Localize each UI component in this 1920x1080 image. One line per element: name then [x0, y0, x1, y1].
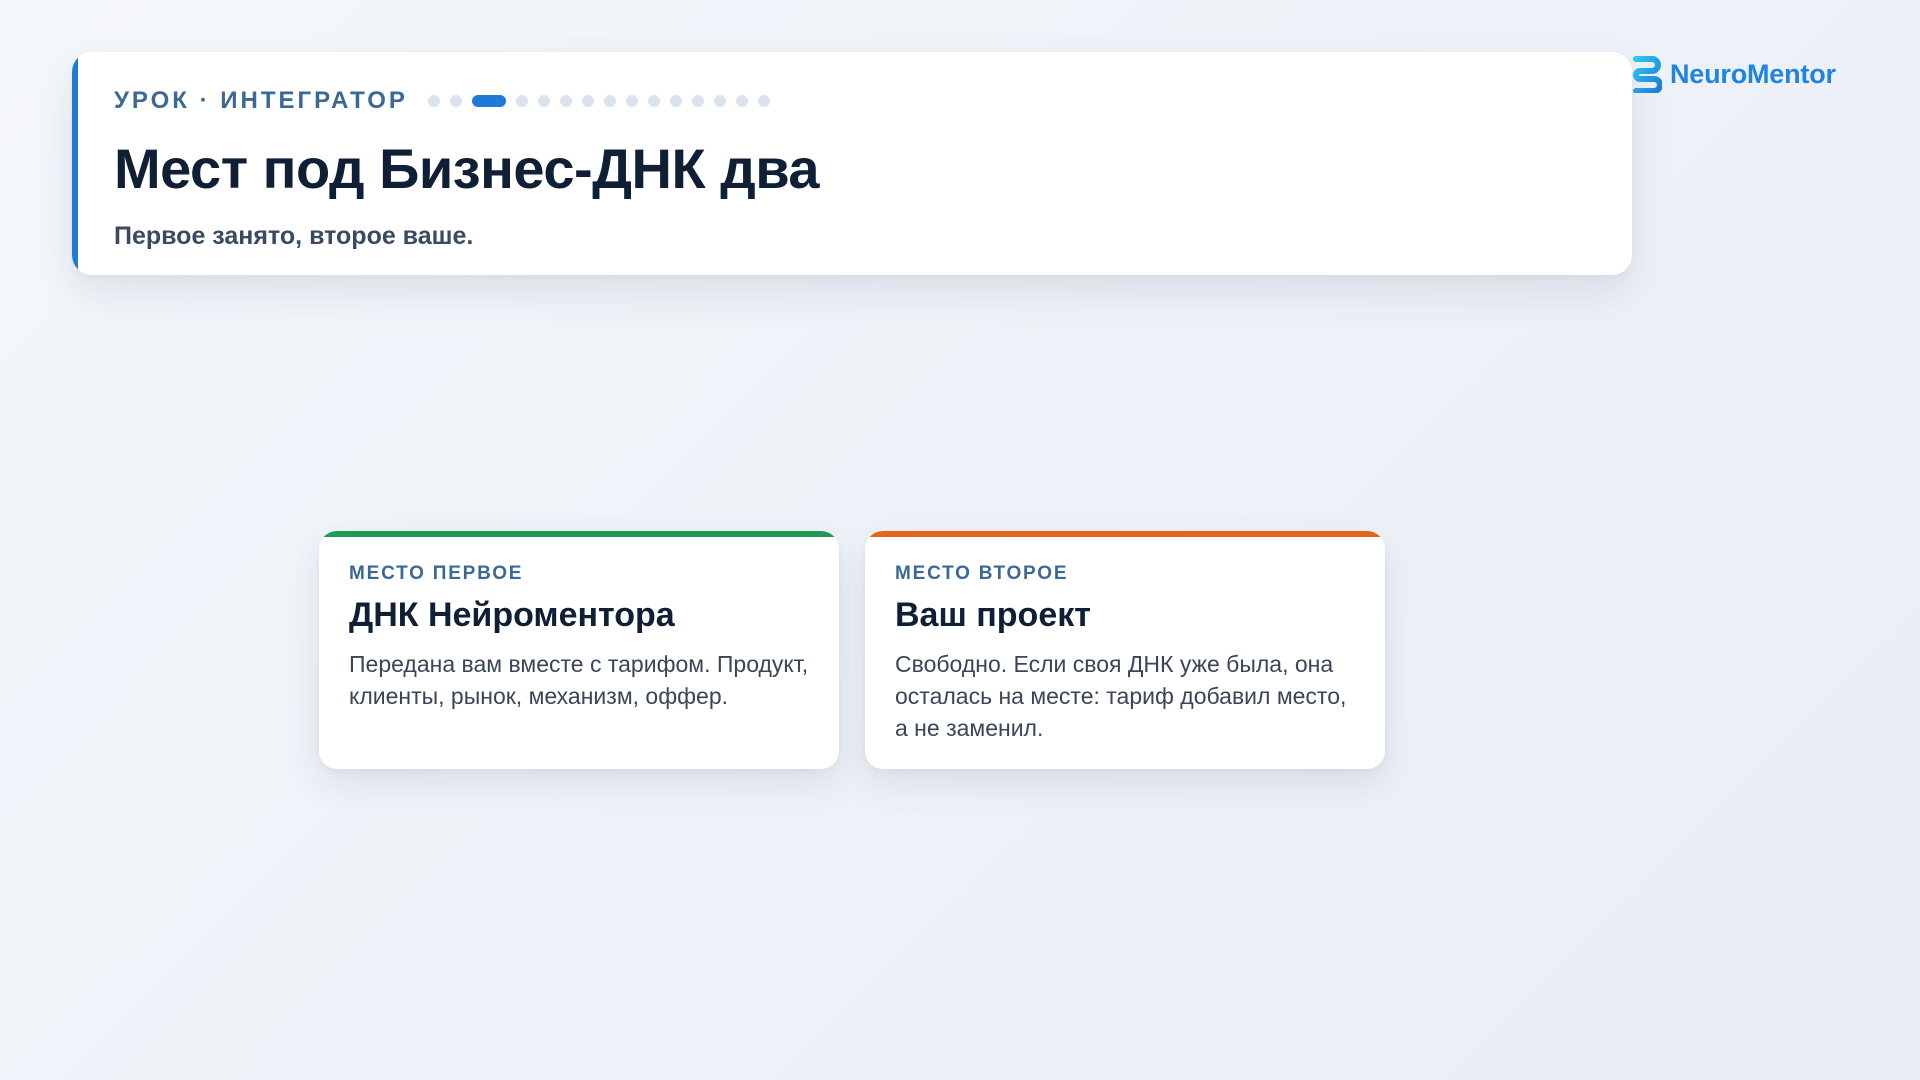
- progress-dot: [669, 95, 682, 107]
- progress-dots: [427, 95, 780, 107]
- neuromentor-logo-icon: [1633, 56, 1662, 93]
- header-card: УРОК · ИНТЕГРАТОР Мест под Бизнес-ДНК дв…: [72, 52, 1632, 275]
- progress-dot: [603, 95, 616, 107]
- card-label: МЕСТО ПЕРВОЕ: [349, 563, 524, 584]
- card-title: Ваш проект: [895, 596, 1091, 634]
- card-label: МЕСТО ВТОРОЕ: [895, 563, 1069, 584]
- page-subtitle: Первое занято, второе ваше.: [114, 221, 474, 250]
- lesson-kicker: УРОК · ИНТЕГРАТОР: [114, 87, 408, 114]
- place-card-first: МЕСТО ПЕРВОЕ ДНК Нейроментора Передана в…: [319, 531, 839, 769]
- place-card-second: МЕСТО ВТОРОЕ Ваш проект Свободно. Если с…: [865, 531, 1385, 769]
- header-top: УРОК · ИНТЕГРАТОР: [114, 82, 1632, 120]
- card-text: Передана вам вместе с тарифом. Продукт, …: [349, 651, 809, 710]
- progress-dot: [647, 95, 660, 107]
- progress-dot-active: [471, 95, 506, 107]
- progress-dot: [537, 95, 550, 107]
- progress-dot: [625, 95, 638, 107]
- progress-dot: [735, 95, 748, 107]
- progress-dot: [691, 95, 704, 107]
- card-text: Свободно. Если своя ДНК уже была, она ос…: [895, 651, 1347, 742]
- progress-dot: [581, 95, 594, 107]
- card-title: ДНК Нейроментора: [349, 596, 675, 634]
- progress-dot: [449, 95, 462, 107]
- progress-dot: [713, 95, 726, 107]
- brand-logo: NeuroMentor: [1628, 54, 1836, 94]
- progress-dot: [757, 95, 770, 107]
- progress-dot: [427, 95, 440, 107]
- page-title: Мест под Бизнес-ДНК два: [114, 137, 820, 200]
- progress-dot: [559, 95, 572, 107]
- progress-dot: [515, 95, 528, 107]
- brand-name: NeuroMentor: [1670, 58, 1836, 89]
